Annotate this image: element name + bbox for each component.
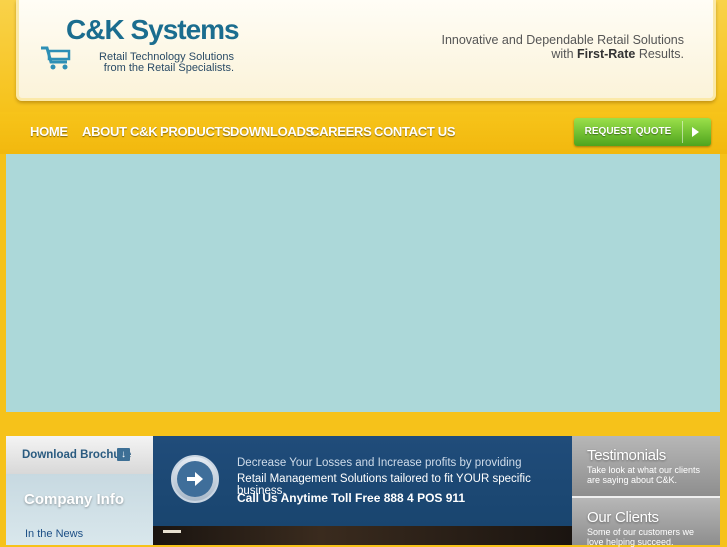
promo-arrow-inner [177,461,213,497]
request-quote-button[interactable]: REQUEST QUOTE [574,118,711,146]
nav-careers[interactable]: CAREERS [310,124,372,139]
header-tagline: Innovative and Dependable Retail Solutio… [420,33,684,61]
tagline-emphasis: First-Rate [577,47,636,61]
decorative-glyph [163,530,181,533]
promo-phone: Call Us Anytime Toll Free 888 4 POS 911 [237,491,466,505]
company-info-panel: Company Info In the News [6,474,153,545]
logo-subtitle-line2: from the Retail Specialists. [103,62,234,74]
nav-home[interactable]: HOME [30,124,68,139]
nav-about[interactable]: ABOUT C&K [82,124,158,139]
promo-line1: Decrease Your Losses and Increase profit… [237,457,522,469]
promo-image-strip [153,526,572,545]
testimonials-title: Testimonials [587,447,666,464]
download-icon: ↓ [117,448,130,461]
hero-banner [6,154,720,412]
our-clients-description: Some of our customers we love helping su… [587,527,695,547]
tagline-line1: Innovative and Dependable Retail Solutio… [441,33,684,47]
logo-subtitle: Retail Technology Solutions from the Ret… [80,52,234,74]
our-clients-card[interactable]: Our Clients Some of our customers we lov… [572,498,720,547]
company-info-title: Company Info [24,491,124,508]
download-brochure-label: Download Brochure [22,449,132,461]
button-divider [682,121,683,143]
testimonials-description: Take look at what our clients are saying… [587,465,701,485]
testimonials-card[interactable]: Testimonials Take look at what our clien… [572,436,720,496]
arrow-right-icon [187,472,203,486]
promo-panel: Decrease Your Losses and Increase profit… [153,436,572,526]
logo-wordmark[interactable]: C&K Systems [66,14,240,46]
shopping-cart-logo-icon [41,46,71,70]
download-brochure-button[interactable]: Download Brochure ↓ [6,436,153,474]
promo-arrow-button[interactable] [171,455,219,503]
nav-downloads[interactable]: DOWNLOADS [230,124,314,139]
nav-products[interactable]: PRODUCTS [160,124,231,139]
nav-contact[interactable]: CONTACT US [374,124,456,139]
our-clients-title: Our Clients [587,509,659,526]
company-link-in-the-news[interactable]: In the News [25,528,83,540]
page-edge-right [720,154,727,545]
request-quote-label: REQUEST QUOTE [584,126,672,137]
arrow-right-icon [692,127,699,137]
tagline-line2: with First-Rate Results. [551,47,684,61]
